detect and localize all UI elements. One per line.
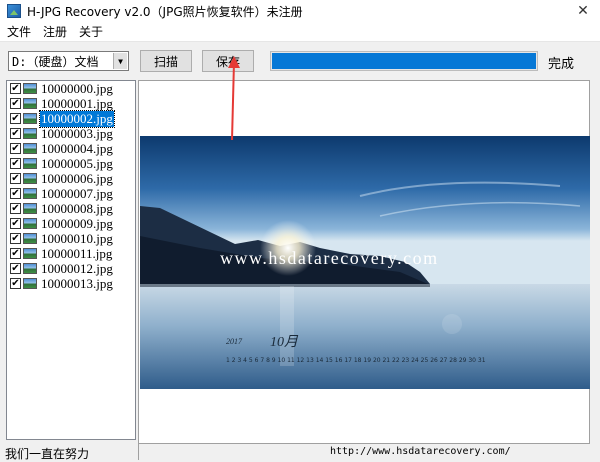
calendar-month: 10月 xyxy=(270,334,299,350)
watermark-text: www.hsdatarecovery.com xyxy=(220,248,439,268)
file-name: 10000006.jpg xyxy=(41,170,113,186)
image-file-icon xyxy=(23,158,37,169)
window-title: H-JPG Recovery v2.0（JPG照片恢复软件）未注册 xyxy=(27,4,303,19)
file-list[interactable]: ✔ 10000000.jpg ✔ 10000001.jpg ✔ 10000002.jpg ✔… xyxy=(6,80,136,440)
list-item[interactable]: ✔ 10000004.jpg xyxy=(7,141,135,156)
file-name: 10000001.jpg xyxy=(41,95,113,111)
file-name: 10000000.jpg xyxy=(41,80,113,96)
image-file-icon xyxy=(23,278,37,289)
image-file-icon xyxy=(23,143,37,154)
image-file-icon xyxy=(23,128,37,139)
checkbox[interactable]: ✔ xyxy=(10,233,21,244)
checkbox[interactable]: ✔ xyxy=(10,158,21,169)
file-name: 10000011.jpg xyxy=(41,245,113,261)
list-item[interactable]: ✔ 10000007.jpg xyxy=(7,186,135,201)
file-name: 10000004.jpg xyxy=(41,140,113,156)
file-name: 10000013.jpg xyxy=(41,275,113,291)
image-file-icon xyxy=(23,263,37,274)
drive-select-value: D:（硬盘）文档 xyxy=(12,54,99,69)
save-button[interactable]: 保存 xyxy=(202,50,254,72)
list-item[interactable]: ✔ 10000005.jpg xyxy=(7,156,135,171)
calendar-year: 2017 xyxy=(226,337,243,346)
file-name: 10000009.jpg xyxy=(41,215,113,231)
checkbox[interactable]: ✔ xyxy=(10,278,21,289)
checkbox[interactable]: ✔ xyxy=(10,83,21,94)
image-file-icon xyxy=(23,233,37,244)
status-url: http://www.hsdatarecovery.com/ xyxy=(330,446,511,457)
file-name: 10000005.jpg xyxy=(41,155,113,171)
checkbox[interactable]: ✔ xyxy=(10,173,21,184)
list-item[interactable]: ✔ 10000001.jpg xyxy=(7,96,135,111)
app-icon xyxy=(7,4,21,18)
checkbox[interactable]: ✔ xyxy=(10,188,21,199)
image-file-icon xyxy=(23,188,37,199)
toolbar: D:（硬盘）文档 ▼ 扫描 保存 完成 xyxy=(0,44,600,78)
checkbox[interactable]: ✔ xyxy=(10,218,21,229)
menu-about[interactable]: 关于 xyxy=(74,23,108,40)
file-name: 10000003.jpg xyxy=(41,125,113,141)
image-file-icon xyxy=(23,173,37,184)
list-item[interactable]: ✔ 10000012.jpg xyxy=(7,261,135,276)
status-bar: 我们一直在努力 http://www.hsdatarecovery.com/ xyxy=(0,442,600,462)
progress-bar xyxy=(270,51,538,71)
image-file-icon xyxy=(23,218,37,229)
checkbox[interactable]: ✔ xyxy=(10,143,21,154)
checkbox[interactable]: ✔ xyxy=(10,113,21,124)
checkbox[interactable]: ✔ xyxy=(10,98,21,109)
chevron-down-icon[interactable]: ▼ xyxy=(113,53,127,69)
preview-image: www.hsdatarecovery.com 2017 10月 1 2 3 4 … xyxy=(140,136,590,389)
image-file-icon xyxy=(23,113,37,124)
close-button[interactable]: ✕ xyxy=(566,0,600,22)
list-item[interactable]: ✔ 10000006.jpg xyxy=(7,171,135,186)
calendar-days: 1 2 3 4 5 6 7 8 9 10 11 12 13 14 15 16 1… xyxy=(226,357,486,364)
list-item[interactable]: ✔ 10000011.jpg xyxy=(7,246,135,261)
file-name: 10000010.jpg xyxy=(41,230,113,246)
image-file-icon xyxy=(23,248,37,259)
menu-file[interactable]: 文件 xyxy=(2,23,36,40)
menu-register[interactable]: 注册 xyxy=(38,23,72,40)
preview-panel: www.hsdatarecovery.com 2017 10月 1 2 3 4 … xyxy=(138,80,590,444)
list-item[interactable]: ✔ 10000013.jpg xyxy=(7,276,135,291)
file-name: 10000007.jpg xyxy=(41,185,113,201)
checkbox[interactable]: ✔ xyxy=(10,203,21,214)
image-file-icon xyxy=(23,98,37,109)
checkbox[interactable]: ✔ xyxy=(10,248,21,259)
list-item[interactable]: ✔ 10000002.jpg xyxy=(7,109,135,128)
list-item[interactable]: ✔ 10000000.jpg xyxy=(7,81,135,96)
status-message: 我们一直在努力 xyxy=(5,447,90,461)
file-name: 10000008.jpg xyxy=(41,200,113,216)
progress-fill xyxy=(272,53,536,69)
list-item[interactable]: ✔ 10000008.jpg xyxy=(7,201,135,216)
title-bar: H-JPG Recovery v2.0（JPG照片恢复软件）未注册 ✕ xyxy=(0,0,600,22)
file-name: 10000012.jpg xyxy=(41,260,113,276)
drive-select[interactable]: D:（硬盘）文档 ▼ xyxy=(8,51,129,71)
image-file-icon xyxy=(23,203,37,214)
scan-button[interactable]: 扫描 xyxy=(140,50,192,72)
list-item[interactable]: ✔ 10000009.jpg xyxy=(7,216,135,231)
list-item[interactable]: ✔ 10000010.jpg xyxy=(7,231,135,246)
checkbox[interactable]: ✔ xyxy=(10,128,21,139)
status-divider xyxy=(138,444,139,460)
list-item[interactable]: ✔ 10000003.jpg xyxy=(7,126,135,141)
image-file-icon xyxy=(23,83,37,94)
checkbox[interactable]: ✔ xyxy=(10,263,21,274)
status-text: 完成 xyxy=(548,57,575,72)
file-name: 10000002.jpg xyxy=(39,109,115,128)
menu-bar: 文件 注册 关于 xyxy=(0,22,600,42)
